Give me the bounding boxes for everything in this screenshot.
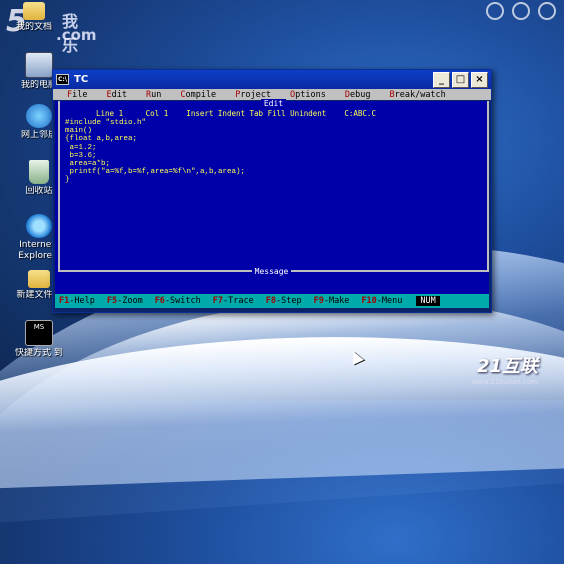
- menu-debug[interactable]: Debug: [345, 90, 371, 100]
- fkey-menu[interactable]: F10-Menu: [361, 296, 402, 306]
- menu-file[interactable]: File: [67, 90, 87, 100]
- desktop-icon-tc-shortcut[interactable]: MS 快捷方式 到 TC: [15, 320, 63, 359]
- menu-run[interactable]: Run: [146, 90, 161, 100]
- fkey-switch[interactable]: F6-Switch: [155, 296, 201, 306]
- desktop-icon-label: 快捷方式 到 TC: [15, 348, 63, 358]
- menu-compile[interactable]: Compile: [180, 90, 216, 100]
- fkey-step[interactable]: F8-Step: [266, 296, 302, 306]
- minimize-button[interactable]: _: [433, 71, 450, 88]
- fkey-zoom[interactable]: F5-Zoom: [107, 296, 143, 306]
- window-title: TC: [74, 74, 89, 85]
- num-lock-indicator: NUM: [416, 296, 440, 306]
- menu-project[interactable]: Project: [235, 90, 271, 100]
- info-icon[interactable]: [538, 2, 556, 20]
- settings-icon[interactable]: [512, 2, 530, 20]
- folder-icon: [28, 270, 50, 288]
- edit-frame: Edit Line 1 Col 1 Insert Indent Tab Fill…: [58, 99, 489, 272]
- function-key-bar: F1-Help F5-Zoom F6-Switch F7-Trace F8-St…: [55, 294, 489, 308]
- recycle-bin-icon: [29, 160, 49, 184]
- editor-area[interactable]: Edit Line 1 Col 1 Insert Indent Tab Fill…: [55, 99, 489, 294]
- brand-logo-text: 21互联: [476, 356, 538, 377]
- menu-edit[interactable]: Edit: [106, 90, 126, 100]
- message-pane-title: Message: [58, 267, 485, 276]
- fkey-trace[interactable]: F7-Trace: [213, 296, 254, 306]
- close-button[interactable]: ×: [471, 71, 488, 88]
- refresh-icon[interactable]: [486, 2, 504, 20]
- network-icon: [26, 104, 52, 128]
- edit-frame-title: Edit: [60, 99, 487, 108]
- msdos-icon: MS: [25, 320, 53, 346]
- menu-options[interactable]: Options: [290, 90, 326, 100]
- brand-logo: 21互联 www.21hulian.com: [472, 352, 538, 386]
- code-text[interactable]: #include "stdio.h" main() {float a,b,are…: [65, 119, 245, 185]
- folder-icon: [23, 2, 45, 20]
- editor-status-line: Line 1 Col 1 Insert Indent Tab Fill Unin…: [96, 109, 376, 118]
- top-right-controls: [486, 2, 556, 20]
- fkey-help[interactable]: F1-Help: [59, 296, 95, 306]
- tc-window[interactable]: C:\ TC _ □ × File Edit Run Compile Proje…: [52, 69, 492, 313]
- watermark-site-com: .com: [56, 26, 97, 44]
- message-pane[interactable]: Message: [58, 267, 485, 292]
- desktop-icon-label: 我的文档: [15, 22, 52, 32]
- maximize-button[interactable]: □: [452, 71, 469, 88]
- msdos-app-icon[interactable]: C:\: [56, 74, 69, 85]
- computer-icon: [25, 52, 53, 78]
- fkey-make[interactable]: F9-Make: [314, 296, 350, 306]
- desktop-icon-my-documents[interactable]: 我的文档: [10, 2, 58, 33]
- internet-explorer-icon: [26, 214, 52, 238]
- window-titlebar[interactable]: C:\ TC _ □ ×: [53, 70, 491, 89]
- menu-break-watch[interactable]: Break/watch: [389, 90, 445, 100]
- brand-logo-url: www.21hulian.com: [471, 378, 538, 386]
